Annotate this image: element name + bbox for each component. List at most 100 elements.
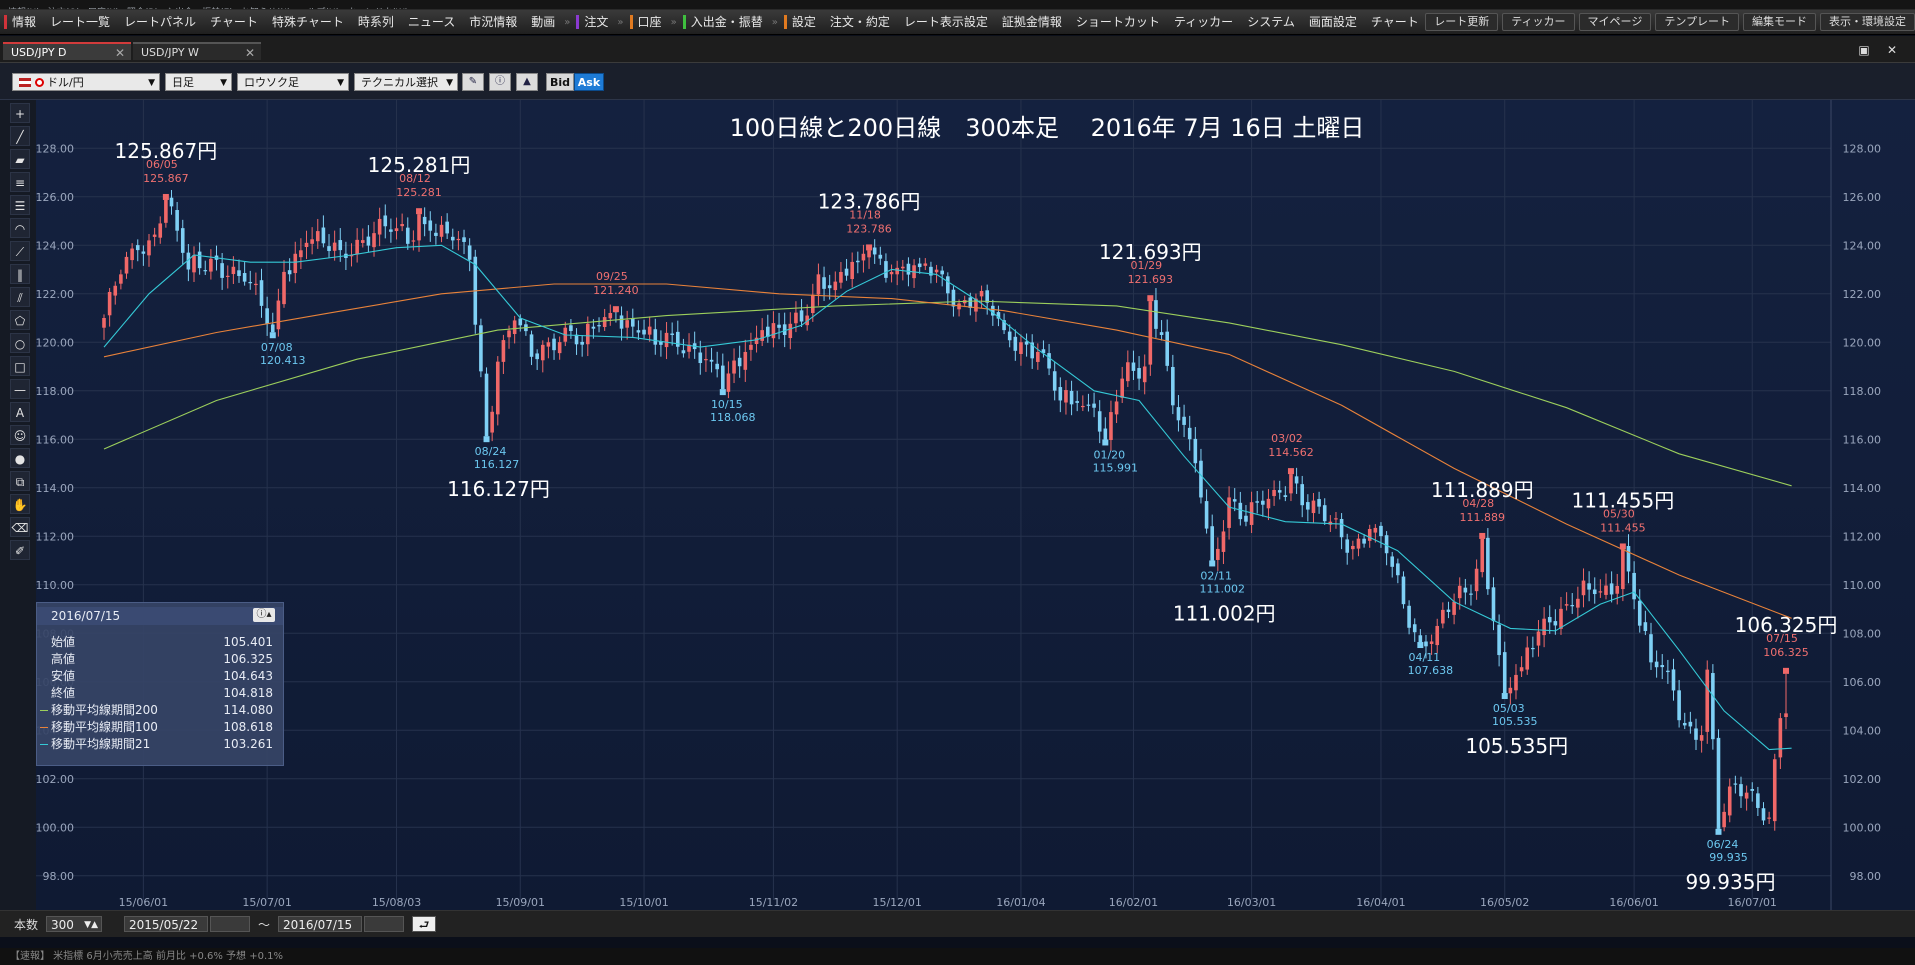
- candle-body: [867, 250, 871, 258]
- candle-body: [1576, 598, 1580, 608]
- refresh-icon[interactable]: ⮐: [412, 916, 436, 932]
- stepper-icon[interactable]: ▼▲: [84, 917, 98, 933]
- toolbar-item[interactable]: チャート: [203, 10, 265, 34]
- toolbar-right-button[interactable]: 編集モード: [1743, 13, 1816, 31]
- candle-body: [1508, 687, 1513, 694]
- hline-icon[interactable]: —: [10, 379, 30, 399]
- chart-plot-area[interactable]: 128.00 128.00 126.00 126.00 124.00 124.00 122.…: [36, 100, 1915, 910]
- to-time-field[interactable]: [364, 916, 404, 932]
- close-icon[interactable]: ✕: [115, 44, 125, 62]
- toolbar-item[interactable]: チャート: [1364, 10, 1426, 34]
- toolbar-item[interactable]: ショートカット: [1069, 10, 1167, 34]
- technical-select[interactable]: テクニカル選択 ▼: [354, 73, 458, 91]
- candle-body: [439, 224, 444, 237]
- close-icon[interactable]: ✕: [245, 44, 255, 62]
- crosshair-icon[interactable]: +: [10, 103, 30, 123]
- candle-body: [771, 323, 776, 339]
- info-panel-header: 2016/07/15 ⓘ▴: [37, 607, 283, 625]
- trend-line-icon[interactable]: ╱: [10, 126, 30, 146]
- copy-icon[interactable]: ⧉: [10, 471, 30, 491]
- toolbar-item[interactable]: システム: [1240, 10, 1302, 34]
- maximize-icon[interactable]: ▣: [1857, 44, 1871, 56]
- candle-body: [884, 261, 888, 278]
- toolbar-item[interactable]: 情報: [0, 10, 43, 34]
- toolbar-item[interactable]: 注文: [572, 10, 615, 34]
- candle-body: [1401, 576, 1406, 605]
- tab-usdjpy-weekly[interactable]: USD/JPY W ✕: [133, 42, 261, 60]
- chart-type-select[interactable]: ロウソク足 ▼: [237, 73, 349, 91]
- arc-icon[interactable]: ◠: [10, 218, 30, 238]
- ruler-icon[interactable]: ▰: [10, 149, 30, 169]
- to-date-field[interactable]: 2016/07/15: [278, 916, 362, 932]
- candle-body: [1137, 368, 1141, 379]
- chevron-down-icon: ▼: [446, 78, 453, 88]
- fibonacci-icon[interactable]: ☰: [10, 195, 30, 215]
- news-ticker[interactable]: 【速報】 米指標 6月小売売上高 前月比 +0.6% 予想 +0.1%: [0, 948, 1915, 965]
- candle-body: [456, 238, 461, 241]
- pentagon-icon[interactable]: ⬠: [10, 310, 30, 330]
- fan-icon[interactable]: ⟋: [10, 241, 30, 261]
- toolbar-item[interactable]: レート表示設定: [897, 10, 995, 34]
- pencil-icon[interactable]: ✎: [462, 73, 484, 91]
- toolbar-item[interactable]: 市況情報: [462, 10, 524, 34]
- toolbar-item[interactable]: 時系列: [351, 10, 401, 34]
- toolbar-item[interactable]: 動画: [524, 10, 562, 34]
- ask-button[interactable]: Ask: [574, 73, 604, 91]
- channel-icon[interactable]: ⫽: [10, 287, 30, 307]
- toolbar-right-button[interactable]: 表示・環境設定: [1820, 13, 1915, 31]
- candle-body: [1581, 580, 1586, 596]
- circle-icon[interactable]: ○: [10, 333, 30, 353]
- toolbar-item[interactable]: 注文・約定: [823, 10, 897, 34]
- candle-body: [1480, 538, 1485, 573]
- toolbar-item[interactable]: 特殊チャート: [265, 10, 351, 34]
- bid-button[interactable]: Bid: [546, 73, 574, 91]
- from-date-field[interactable]: 2015/05/22: [124, 916, 208, 932]
- toolbar-item[interactable]: 口座: [626, 10, 669, 34]
- chart-style-icon[interactable]: ▲: [516, 73, 538, 91]
- toolbar-right-button[interactable]: テンプレート: [1655, 13, 1739, 31]
- toolbar-right-button[interactable]: ティッカー: [1502, 13, 1575, 31]
- y-tick-label-right: 124.00: [1843, 239, 1882, 252]
- text-icon[interactable]: A: [10, 402, 30, 422]
- toolbar-item[interactable]: レートパネル: [117, 10, 203, 34]
- marker-price-label: 125.281: [396, 186, 442, 199]
- x-tick-label: 16/02/01: [1109, 896, 1158, 909]
- toolbar-item[interactable]: 画面設定: [1302, 10, 1364, 34]
- edit-icon[interactable]: ✐: [10, 540, 30, 560]
- toolbar-item[interactable]: ティッカー: [1167, 10, 1240, 34]
- info-row-value: 104.643: [223, 669, 273, 683]
- rectangle-icon[interactable]: □: [10, 356, 30, 376]
- candle-body: [1013, 336, 1018, 351]
- toolbar-right-button[interactable]: マイページ: [1578, 13, 1652, 31]
- from-time-field[interactable]: [210, 916, 250, 932]
- palette-icon[interactable]: ●: [10, 448, 30, 468]
- toolbar-item[interactable]: 入出金・振替: [679, 10, 770, 34]
- candle-body: [152, 234, 157, 237]
- toolbar-item[interactable]: ニュース: [401, 10, 462, 34]
- candle-body: [518, 318, 523, 326]
- candle-body: [856, 260, 860, 263]
- currency-pair-select[interactable]: ドル/円 ▼: [12, 73, 160, 91]
- vertical-lines-icon[interactable]: ‖: [10, 264, 30, 284]
- horizontal-lines-icon[interactable]: ≡: [10, 172, 30, 192]
- hand-icon[interactable]: ✋: [10, 494, 30, 514]
- candle-body: [1418, 635, 1423, 643]
- info-row-label: 安値: [51, 669, 76, 683]
- close-window-icon[interactable]: ✕: [1885, 44, 1899, 56]
- stamp-icon[interactable]: ☺: [10, 425, 30, 445]
- eraser-icon[interactable]: ⌫: [10, 517, 30, 537]
- period-select[interactable]: 日足 ▼: [165, 73, 232, 91]
- toolbar-item[interactable]: 設定: [780, 10, 823, 34]
- toolbar-item[interactable]: レート一覧: [43, 10, 117, 34]
- candle-body: [377, 218, 382, 235]
- candlestick-chart[interactable]: 128.00 128.00 126.00 126.00 124.00 124.00 122.…: [36, 100, 1915, 910]
- y-tick-label-left: 100.00: [36, 821, 74, 834]
- bar-count-input[interactable]: 300 ▼▲: [46, 916, 102, 932]
- info-icon[interactable]: ⓘ: [489, 73, 511, 91]
- candle-body: [1733, 783, 1738, 785]
- info-collapse-icon[interactable]: ⓘ▴: [253, 608, 275, 622]
- candle-body: [726, 373, 731, 392]
- tab-usdjpy-daily[interactable]: USD/JPY D ✕: [3, 42, 131, 60]
- toolbar-right-button[interactable]: レート更新: [1425, 13, 1499, 31]
- toolbar-item[interactable]: 証拠金情報: [995, 10, 1069, 34]
